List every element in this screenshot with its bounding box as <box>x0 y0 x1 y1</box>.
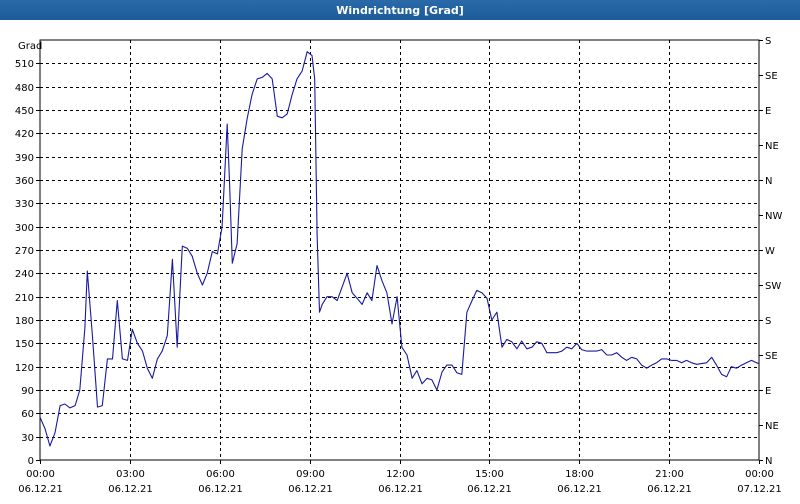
y-tick-label: 30 <box>21 433 34 444</box>
right-tick-label: S <box>765 36 771 47</box>
series-line <box>39 51 760 447</box>
x-tick-time-label: 06:00 <box>206 469 235 480</box>
y-tick-label: 180 <box>15 316 34 327</box>
y-tick-label: 420 <box>15 129 34 140</box>
chart-svg: 0 30 60 90 120 150 180 210 240 270 300 330 360 390 420… <box>15 36 783 495</box>
chart-title: Windrichtung [Grad] <box>336 3 464 17</box>
y-tick-label: 150 <box>15 339 34 350</box>
y-tick-label: 390 <box>15 153 34 164</box>
right-tick-label: W <box>765 246 775 257</box>
y-tick-label: 510 <box>15 59 34 70</box>
x-tick-time-label: 03:00 <box>116 469 145 480</box>
right-tick-label: NE <box>765 421 779 432</box>
y-tick-label: 120 <box>15 363 34 374</box>
right-tick-label: NW <box>765 211 782 222</box>
x-tick-time-label: 09:00 <box>296 469 325 480</box>
x-tick-date-label: 06.12.21 <box>108 484 153 495</box>
chart-title-bar: Windrichtung [Grad] <box>0 0 800 20</box>
y-tick-label: 480 <box>15 83 34 94</box>
x-tick-time-label: 12:00 <box>386 469 415 480</box>
x-tick-date-label: 06.12.21 <box>467 484 512 495</box>
right-tick-label: S <box>765 316 771 327</box>
y-tick-label: 0 <box>28 456 34 467</box>
right-tick-label: E <box>765 386 771 397</box>
x-tick-date-label: 06.12.21 <box>288 484 333 495</box>
x-tick-date-label: 06.12.21 <box>378 484 423 495</box>
y-tick-label: 270 <box>15 246 34 257</box>
y-tick-label: 450 <box>15 106 34 117</box>
right-tick-label: SW <box>765 281 781 292</box>
x-tick-time-label: 18:00 <box>565 469 594 480</box>
plot-frame <box>39 39 760 461</box>
x-tick-date-label: 06.12.21 <box>647 484 692 495</box>
x-tick-time-label: 00:00 <box>745 469 774 480</box>
right-tick-label: E <box>765 106 771 117</box>
right-tick-label: N <box>765 176 772 187</box>
y-tick-label: 330 <box>15 199 34 210</box>
y-tick-label: 240 <box>15 269 34 280</box>
right-tick-label: SE <box>765 351 778 362</box>
y-tick-label: 210 <box>15 293 34 304</box>
x-tick-date-label: 06.12.21 <box>198 484 243 495</box>
y-tick-label: 90 <box>21 386 34 397</box>
y-tick-label: 360 <box>15 176 34 187</box>
x-tick-date-label: 06.12.21 <box>18 484 63 495</box>
y-tick-label: 300 <box>15 223 34 234</box>
right-tick-label: N <box>765 456 772 467</box>
right-tick-label: NE <box>765 141 779 152</box>
x-tick-time-label: 21:00 <box>655 469 684 480</box>
y-tick-label: 60 <box>21 409 34 420</box>
x-tick-time-label: 00:00 <box>26 469 55 480</box>
y-axis-label: Grad <box>18 41 42 52</box>
chart-area: 0 30 60 90 120 150 180 210 240 270 300 330 360 390 420… <box>0 20 800 500</box>
x-tick-date-label: 07.12.21 <box>737 484 782 495</box>
right-tick-label: SE <box>765 71 778 82</box>
x-tick-date-label: 06.12.21 <box>557 484 602 495</box>
x-tick-time-label: 15:00 <box>475 469 504 480</box>
